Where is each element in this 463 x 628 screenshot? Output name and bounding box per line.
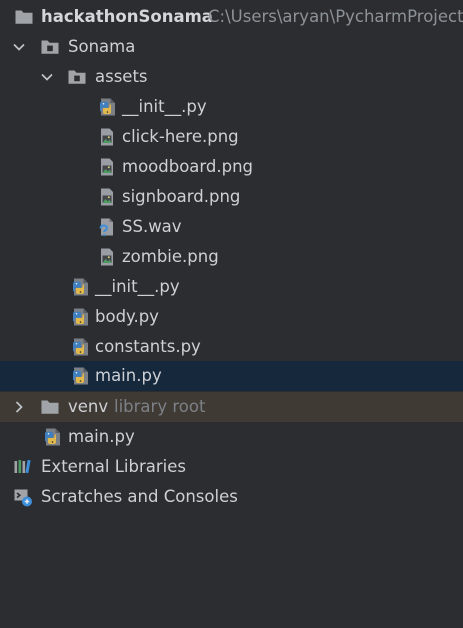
tree-item-label: External Libraries [41,457,186,476]
folder-icon [14,7,34,27]
tree-item-label: __init__.py [95,277,180,296]
tree-item-label: __init__.py [122,97,207,116]
tree-item-assets[interactable]: assets [0,62,463,92]
tree-item-external-libraries[interactable]: External Libraries [0,452,463,482]
tree-item-label: main.py [68,427,135,446]
project-path: C:\Users\aryan\PycharmProjects\hackathon… [208,7,463,26]
libraries-icon [13,457,33,477]
tree-item-label: venv [68,397,109,416]
python-file-icon [43,427,63,447]
project-name: hackathonSonama [41,7,213,26]
python-file-icon [98,97,118,117]
python-file-icon [71,337,91,357]
tree-item-label: click-here.png [122,127,239,146]
tree-item-root-main[interactable]: main.py [0,422,463,452]
tree-item-body[interactable]: body.py [0,302,463,332]
project-tree: hackathonSonama C:\Users\aryan\PycharmPr… [0,0,463,628]
tree-item-assets-init[interactable]: __init__.py [0,92,463,122]
tree-item-label: SS.wav [122,217,182,236]
python-file-icon [71,366,91,386]
tree-item-signboard[interactable]: signboard.png [0,182,463,212]
tree-item-label: signboard.png [122,187,241,206]
image-file-icon [97,157,117,177]
tree-item-sonama-init[interactable]: __init__.py [0,272,463,302]
tree-item-label: Scratches and Consoles [41,487,238,506]
tree-item-label: Sonama [68,37,136,56]
library-root-hint: library root [114,397,206,416]
tree-item-label: moodboard.png [122,157,254,176]
tree-item-sonama-main[interactable]: main.py [0,361,463,391]
python-file-icon [71,277,91,297]
image-file-icon [97,187,117,207]
image-file-icon [97,247,117,267]
chevron-down-icon[interactable] [12,40,26,54]
project-root-row[interactable]: hackathonSonama C:\Users\aryan\PycharmPr… [0,2,463,32]
chevron-right-icon[interactable] [12,400,26,414]
tree-item-click-here[interactable]: click-here.png [0,122,463,152]
tree-item-label: assets [95,67,148,86]
image-file-icon [97,127,117,147]
tree-item-scratches[interactable]: Scratches and Consoles [0,482,463,512]
unknown-file-icon [97,217,117,237]
folder-icon [40,397,60,417]
tree-item-label: main.py [95,366,162,385]
tree-item-label: constants.py [95,337,201,356]
module-folder-icon [40,37,60,57]
tree-item-sonama[interactable]: Sonama [0,32,463,62]
python-file-icon [71,307,91,327]
tree-item-label: body.py [95,307,159,326]
tree-item-venv[interactable]: venv library root [0,392,463,422]
chevron-down-icon[interactable] [40,70,54,84]
tree-item-moodboard[interactable]: moodboard.png [0,152,463,182]
scratches-icon [13,487,33,507]
tree-item-constants[interactable]: constants.py [0,332,463,362]
tree-item-ss-wav[interactable]: SS.wav [0,212,463,242]
tree-item-zombie[interactable]: zombie.png [0,242,463,272]
tree-item-label: zombie.png [122,247,219,266]
module-folder-icon [67,67,87,87]
